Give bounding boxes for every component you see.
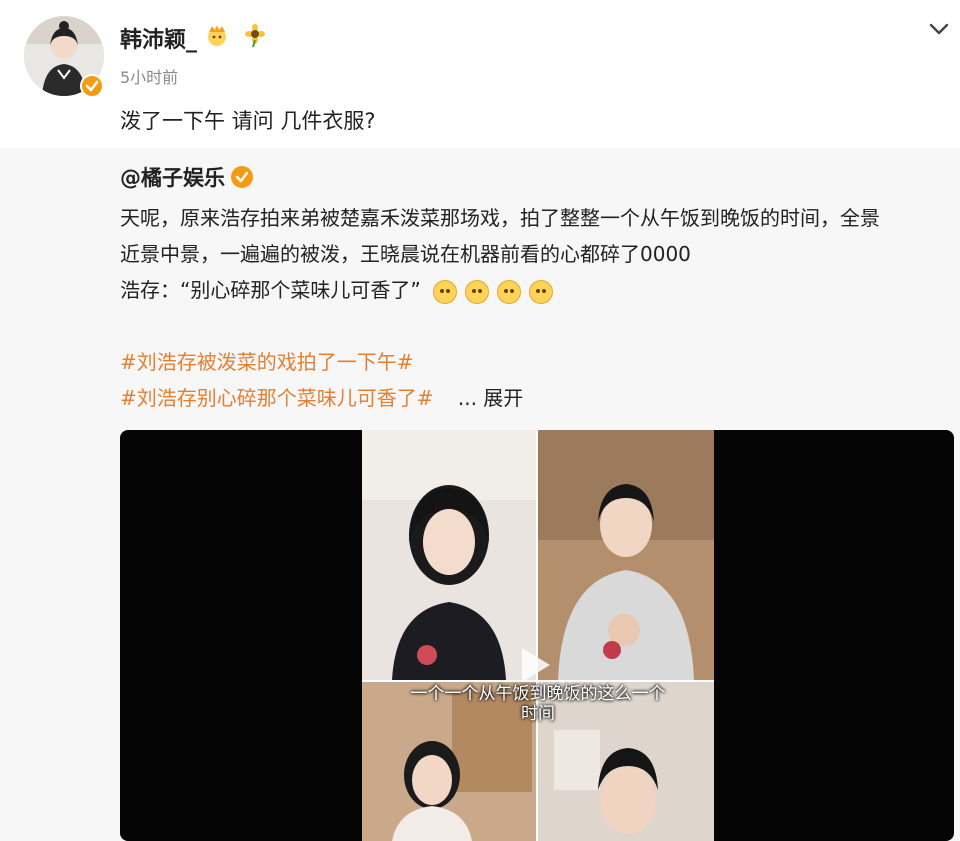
- expand-link[interactable]: ... 展开: [458, 386, 523, 410]
- crying-emoji-icon: [529, 279, 554, 304]
- crying-emoji-icon: [433, 279, 458, 304]
- post-timestamp: 5小时前: [120, 68, 179, 87]
- hashtag-link[interactable]: #刘浩存别心碎那个菜味儿可香了#: [120, 386, 434, 410]
- sunflower-icon: [242, 22, 268, 48]
- play-icon[interactable]: [508, 640, 558, 690]
- repost-body-line: 浩存：“别心碎那个菜味儿可香了”: [120, 272, 950, 308]
- hashtag-row: #刘浩存别心碎那个菜味儿可香了# ... 展开: [120, 386, 523, 410]
- repost-author-name[interactable]: @橘子娱乐: [120, 162, 225, 192]
- repost-body: 天呢，原来浩存拍来弟被楚嘉禾泼菜那场戏，拍了整整一个从午饭到晚饭的时间，全景 近…: [120, 200, 950, 308]
- repost-block[interactable]: @橘子娱乐 天呢，原来浩存拍来弟被楚嘉禾泼菜那场戏，拍了整整一个从午饭到晚饭的时…: [0, 148, 960, 841]
- weibo-post: 韩沛颖_ 5小时前 泼了一下午 请问 几件衣服? @橘子娱乐 天呢，原来浩存拍来…: [0, 0, 960, 841]
- repost-body-line: 天呢，原来浩存拍来弟被楚嘉禾泼菜那场戏，拍了整整一个从午饭到晚饭的时间，全景: [120, 206, 880, 230]
- video-player[interactable]: 一个一个从午饭到晚饭的这么一个 时间: [120, 430, 954, 841]
- crown-icon: [204, 22, 230, 48]
- repost-author[interactable]: @橘子娱乐: [120, 162, 253, 192]
- username[interactable]: 韩沛颖_: [120, 22, 197, 54]
- repost-body-line: 近景中景，一遍遍的被泼，王晓晨说在机器前看的心都碎了0000: [120, 242, 691, 266]
- crying-emoji-icon: [465, 279, 490, 304]
- hashtag-list: #刘浩存被泼菜的戏拍了一下午# #刘浩存别心碎那个菜味儿可香了# ... 展开: [120, 344, 523, 416]
- chevron-down-icon[interactable]: [926, 18, 952, 40]
- post-text: 泼了一下午 请问 几件衣服?: [120, 109, 376, 133]
- user-badges: [204, 22, 268, 48]
- video-thumbnail: [362, 430, 714, 841]
- video-subtitle: 一个一个从午饭到晚饭的这么一个 时间: [410, 684, 666, 724]
- emoji-row: [433, 279, 554, 304]
- verified-badge-icon: [80, 74, 104, 98]
- hashtag-link[interactable]: #刘浩存被泼菜的戏拍了一下午#: [120, 344, 523, 380]
- verified-badge-icon: [231, 166, 253, 188]
- crying-emoji-icon: [497, 279, 522, 304]
